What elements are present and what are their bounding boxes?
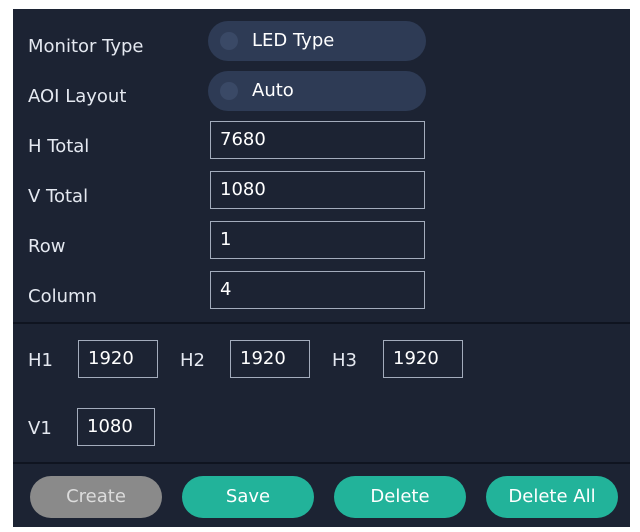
h1-label: H1: [28, 350, 53, 371]
aoi-layout-toggle[interactable]: Auto: [208, 71, 426, 111]
h3-label: H3: [332, 350, 357, 371]
aoi-layout-label: AOI Layout: [28, 86, 127, 107]
monitor-type-value: LED Type: [252, 30, 335, 51]
h3-input[interactable]: 1920: [383, 340, 463, 378]
monitor-type-toggle[interactable]: LED Type: [208, 21, 426, 61]
column-label: Column: [28, 286, 97, 307]
v1-label: V1: [28, 418, 52, 439]
h-total-input[interactable]: 7680: [210, 121, 425, 159]
row-input[interactable]: 1: [210, 221, 425, 259]
row-label: Row: [28, 236, 66, 257]
h2-label: H2: [180, 350, 205, 371]
v-total-label: V Total: [28, 186, 89, 207]
create-button[interactable]: Create: [30, 476, 162, 518]
delete-all-button[interactable]: Delete All: [486, 476, 618, 518]
h2-input[interactable]: 1920: [230, 340, 310, 378]
aoi-layout-value: Auto: [252, 80, 294, 101]
section-divider: [13, 322, 630, 324]
h1-input[interactable]: 1920: [78, 340, 158, 378]
save-button[interactable]: Save: [182, 476, 314, 518]
toggle-knob-icon: [220, 82, 238, 100]
footer-divider: [13, 462, 630, 464]
column-input[interactable]: 4: [210, 271, 425, 309]
v1-input[interactable]: 1080: [77, 408, 155, 446]
v-total-input[interactable]: 1080: [210, 171, 425, 209]
delete-button[interactable]: Delete: [334, 476, 466, 518]
h-total-label: H Total: [28, 136, 90, 157]
toggle-knob-icon: [220, 32, 238, 50]
monitor-type-label: Monitor Type: [28, 36, 144, 57]
